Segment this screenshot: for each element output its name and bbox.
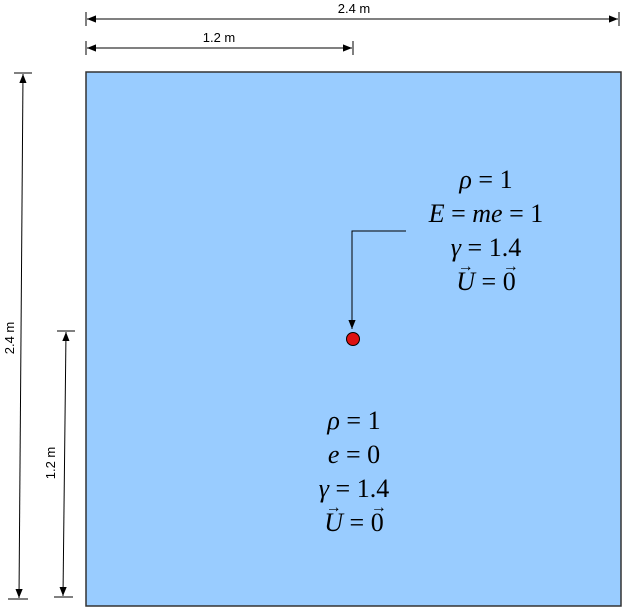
left-half-label: 1.2 m [43,447,58,480]
left-full-label: 2.4 m [2,322,17,355]
lower-energy: e = 0 [327,440,381,469]
lower-velocity: U = 0 [234,491,474,540]
left-full-dimension: 2.4 m [2,72,32,600]
upper-velocity: U = 0 [366,250,606,299]
energy-point [346,332,360,346]
top-half-dimension: 1.2 m [85,30,354,55]
top-full-dimension: 2.4 m [85,1,620,26]
lower-conditions: ρ = 1 e = 0 γ = 1.4 U = 0 [234,404,474,540]
upper-energy: E = me = 1 [428,199,544,228]
upper-density: ρ = 1 [459,165,513,194]
top-full-label: 2.4 m [338,1,371,16]
upper-conditions: ρ = 1 E = me = 1 γ = 1.4 U = 0 [366,163,606,299]
lower-gamma: γ = 1.4 [318,474,390,503]
upper-gamma: γ = 1.4 [450,233,522,262]
left-half-dimension: 1.2 m [43,330,75,598]
top-half-label: 1.2 m [203,30,236,45]
lower-density: ρ = 1 [327,406,381,435]
